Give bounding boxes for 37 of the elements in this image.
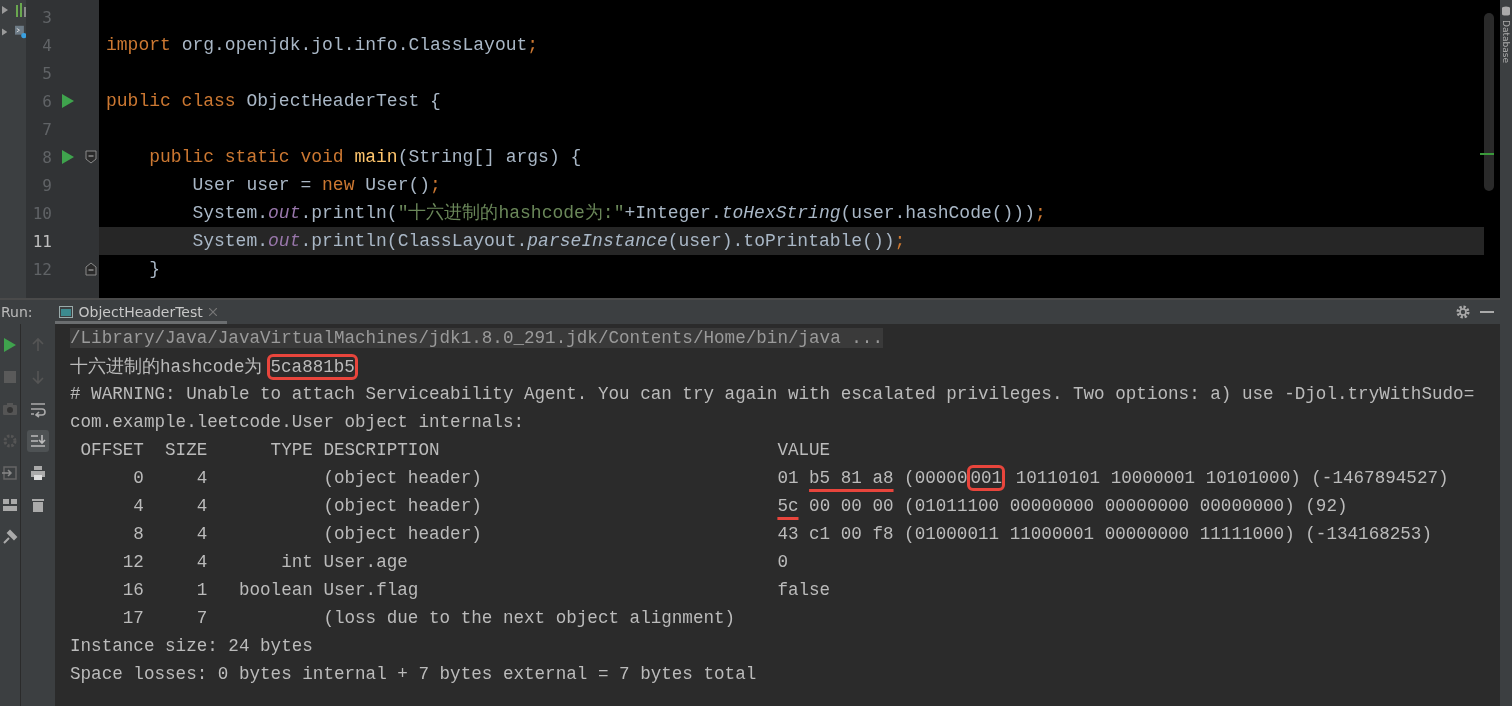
expand-arrow-icon[interactable] [2,6,8,14]
code-line: User user = new User(); [191,174,441,197]
code-line: public class ObjectHeaderTest { [106,90,441,113]
code-line: } [148,258,160,281]
line-number: 11 [31,231,52,251]
console-line: 十六进制的hashcode为 5ca881b5 [70,354,358,378]
window-icon [58,306,73,318]
console-line: OFFSET SIZE TYPE DESCRIPTION VALUE [79,440,831,460]
close-icon[interactable] [208,308,217,316]
console-line: Space losses: 0 bytes internal + 7 bytes external = 7 bytes total [70,664,757,684]
settings-icon[interactable] [1456,305,1470,319]
console-line: 17 7 (loss due to the next object alignment) [121,608,736,628]
console-line: 12 4 int User.age 0 [121,552,788,572]
console-line: 8 4 (object header) 43 c1 00 f8 (01000011 11000001 00000000 11111000) (-134168253) [132,524,1432,544]
console-line: Instance size: 24 bytes [70,636,313,656]
run-icon[interactable] [62,94,74,108]
code-line: public static void main(String[] args) { [148,146,582,169]
code-line: System.out.println(ClassLayout.parseInstance(user).toPrintable()); [191,230,906,253]
terminal-icon[interactable] [15,25,26,39]
console-line: com.example.leetcode.User object internals: [70,412,524,432]
database-tab[interactable]: Database [1501,20,1511,63]
bar-chart-icon[interactable] [16,3,26,17]
database-icon[interactable] [1501,6,1511,16]
console-line: 4 4 (object header) 5c 00 00 00 (01011100 00000000 00000000 00000000) (92) [132,496,1348,516]
console-line: 16 1 boolean User.flag false [121,580,831,600]
run-icon[interactable] [62,150,74,164]
run-tab[interactable]: ObjectHeaderTest [54,300,227,324]
scroll-to-end-icon[interactable] [27,430,49,452]
expand-arrow-icon[interactable] [2,28,8,36]
console-line: # WARNING: Unable to attach Serviceability Agent. You can try again with escalated privileges. Two options: a) use -Djol.tryWithSudo= [70,384,1475,404]
code-line: import org.openjdk.jol.info.ClassLayout; [106,34,539,57]
fold-marker-icon[interactable] [85,150,97,164]
code-line: System.out.println("十六进制的hashcode为:"+Integer.toHexString(user.hashCode())); [191,202,1046,225]
fold-marker-icon[interactable] [85,262,97,276]
console-line: 0 4 (object header) 01 b5 81 a8 (00000 001 10110101 10000001 10101000) (-1467894527) [70,468,1449,488]
change-marker [1480,153,1494,155]
panel-title: Run: [0,304,33,320]
